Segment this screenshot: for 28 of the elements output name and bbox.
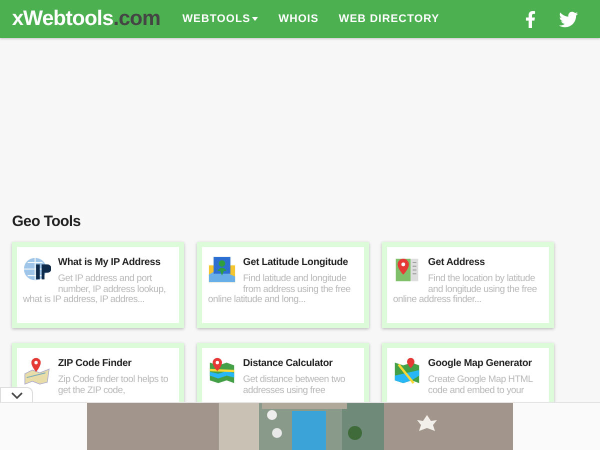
tool-card[interactable]: Distance Calculator Get distance between two addresses using free	[197, 343, 369, 403]
tool-card[interactable]: Get Latitude Longitude Find latitude and longitude from address using the free online latitude and long...	[197, 242, 369, 328]
map-pin-icon	[23, 357, 51, 385]
tool-card[interactable]: What is My IP Address Get IP address and port number, IP address lookup, what is IP address, IP addres...	[12, 242, 184, 328]
map-pin-icon	[393, 256, 421, 284]
tool-card[interactable]: ZIP Code Finder Zip Code finder tool helps to get the ZIP code,	[12, 343, 184, 403]
tool-title: What is My IP Address	[57, 256, 162, 269]
tool-description: Find latitude and longitude from address using the free online latitude and long...	[208, 274, 352, 306]
chevron-down-icon	[10, 392, 22, 400]
tool-card[interactable]: Google Map Generator Create Google Map HTML code and embed to your	[382, 343, 554, 403]
tool-title: Get Latitude Longitude	[242, 256, 350, 269]
map-pin-icon	[208, 357, 236, 385]
tool-title: Get Address	[427, 256, 486, 269]
tool-title: Distance Calculator	[242, 357, 334, 370]
collapse-button[interactable]	[0, 387, 33, 403]
tool-description: Create Google Map HTML code and embed to your	[427, 375, 534, 396]
tool-description: Get distance between two addresses using free	[242, 375, 346, 396]
tool-description: Find the location by latitude and longitude using the free online address finder...	[393, 274, 538, 306]
map-pin-icon	[393, 357, 421, 385]
tool-card[interactable]: Get Address Find the location by latitude and longitude using the free online address finder...	[382, 242, 554, 328]
tool-description: Zip Code finder tool helps to get the ZIP code,	[57, 375, 170, 396]
site-logo[interactable]: xWebtools.com	[12, 7, 160, 31]
tool-title: ZIP Code Finder	[57, 357, 132, 370]
twitter-icon[interactable]	[559, 10, 578, 28]
map-pin-icon	[208, 256, 236, 284]
section-heading: Geo Tools	[12, 213, 82, 230]
tool-description: Get IP address and port number, IP address lookup, what is IP address, IP addres...	[23, 274, 167, 306]
tool-title: Google Map Generator	[427, 357, 533, 370]
